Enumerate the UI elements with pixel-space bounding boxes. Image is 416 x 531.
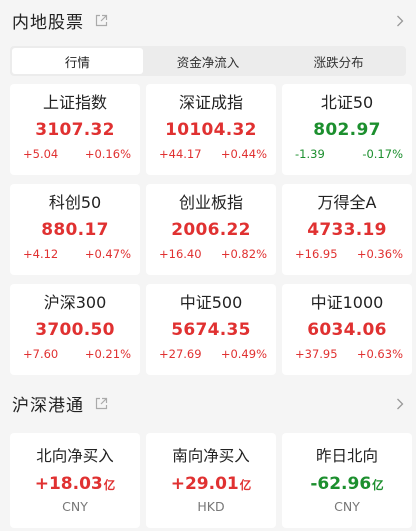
index-name: 深证成指 <box>178 93 243 112</box>
index-pct: +0.49% <box>220 347 267 361</box>
index-name: 北证50 <box>320 93 374 112</box>
index-card[interactable]: 科创50 880.17 +4.12 +0.47% <box>10 184 140 275</box>
connect-card[interactable]: 北向净买入 +18.03亿 CNY <box>10 433 140 528</box>
index-pct: +0.16% <box>84 147 131 161</box>
chevron-right-icon[interactable] <box>396 13 406 27</box>
connect-currency: CNY <box>334 499 360 514</box>
share-icon[interactable] <box>94 13 108 27</box>
connect-grid: 北向净买入 +18.03亿 CNY 南向净买入 +29.01亿 HKD 昨日北向… <box>0 433 416 528</box>
connect-value: +18.03亿 <box>35 471 116 497</box>
connect-name: 北向净买入 <box>36 447 114 465</box>
index-value: 880.17 <box>41 220 109 240</box>
index-change: +27.69 <box>159 347 202 361</box>
index-card[interactable]: 上证指数 3107.32 +5.04 +0.16% <box>10 84 140 175</box>
connect-section: 沪深港通 北向净买入 +18.03亿 CNY 南向净买入 +29.01亿 HKD… <box>0 383 416 528</box>
index-value: 2006.22 <box>171 220 251 240</box>
connect-name: 南向净买入 <box>172 447 250 465</box>
connect-value: +29.01亿 <box>171 471 252 497</box>
index-value: 6034.06 <box>307 320 387 340</box>
index-change: +16.95 <box>295 247 338 261</box>
connect-currency: CNY <box>62 499 88 514</box>
index-changes: +44.17 +0.44% <box>146 147 276 161</box>
index-changes: +4.12 +0.47% <box>10 247 140 261</box>
index-value: 5674.35 <box>171 320 251 340</box>
connect-amount: -62.96 <box>310 474 372 494</box>
connect-card[interactable]: 昨日北向 -62.96亿 CNY <box>282 433 412 528</box>
index-card[interactable]: 中证500 5674.35 +27.69 +0.49% <box>146 284 276 375</box>
index-changes: +16.40 +0.82% <box>146 247 276 261</box>
market-section-header[interactable]: 内地股票 <box>0 0 416 40</box>
market-tabs: 行情 资金净流入 涨跌分布 <box>10 46 406 76</box>
index-name: 创业板指 <box>178 193 243 212</box>
index-name: 中证1000 <box>310 293 384 312</box>
index-pct: +0.21% <box>84 347 131 361</box>
index-card[interactable]: 北证50 802.97 -1.39 -0.17% <box>282 84 412 175</box>
connect-amount: +29.01 <box>170 474 239 494</box>
connect-unit: 亿 <box>103 478 116 492</box>
index-name: 万得全A <box>317 193 377 212</box>
section-title: 内地股票 <box>12 12 84 33</box>
index-change: +37.95 <box>295 347 338 361</box>
index-pct: +0.47% <box>84 247 131 261</box>
index-value: 3700.50 <box>35 320 115 340</box>
connect-section-header[interactable]: 沪深港通 <box>0 383 416 423</box>
index-name: 沪深300 <box>43 293 107 312</box>
chevron-right-icon[interactable] <box>396 396 406 410</box>
index-card[interactable]: 万得全A 4733.19 +16.95 +0.36% <box>282 184 412 275</box>
index-grid: 上证指数 3107.32 +5.04 +0.16% 深证成指 10104.32 … <box>0 84 416 375</box>
index-name: 中证500 <box>179 293 243 312</box>
index-changes: -1.39 -0.17% <box>282 147 412 161</box>
connect-value: -62.96亿 <box>310 471 383 497</box>
index-changes: +7.60 +0.21% <box>10 347 140 361</box>
index-change: +4.12 <box>23 247 59 261</box>
market-section: 内地股票 行情 资金净流入 涨跌分布 上证指数 3107.32 +5.04 +0… <box>0 0 416 375</box>
tab-quotes[interactable]: 行情 <box>12 48 143 74</box>
index-change: -1.39 <box>295 147 325 161</box>
index-pct: +0.63% <box>356 347 403 361</box>
index-change: +5.04 <box>23 147 59 161</box>
share-icon[interactable] <box>94 396 108 410</box>
connect-card[interactable]: 南向净买入 +29.01亿 HKD <box>146 433 276 528</box>
connect-name: 昨日北向 <box>315 447 378 465</box>
index-changes: +37.95 +0.63% <box>282 347 412 361</box>
connect-unit: 亿 <box>372 478 384 492</box>
index-name: 上证指数 <box>42 93 107 112</box>
index-value: 10104.32 <box>165 120 257 140</box>
index-pct: +0.82% <box>220 247 267 261</box>
index-changes: +16.95 +0.36% <box>282 247 412 261</box>
tab-net-inflow[interactable]: 资金净流入 <box>143 48 274 74</box>
index-changes: +5.04 +0.16% <box>10 147 140 161</box>
index-card[interactable]: 中证1000 6034.06 +37.95 +0.63% <box>282 284 412 375</box>
index-pct: -0.17% <box>362 147 403 161</box>
index-name: 科创50 <box>48 193 102 212</box>
index-value: 802.97 <box>313 120 381 140</box>
tab-rise-fall-distribution[interactable]: 涨跌分布 <box>273 48 404 74</box>
index-change: +7.60 <box>23 347 59 361</box>
index-value: 3107.32 <box>35 120 115 140</box>
index-change: +44.17 <box>159 147 202 161</box>
section-title: 沪深港通 <box>12 395 84 416</box>
index-pct: +0.36% <box>356 247 403 261</box>
index-pct: +0.44% <box>220 147 267 161</box>
index-value: 4733.19 <box>307 220 387 240</box>
index-card[interactable]: 创业板指 2006.22 +16.40 +0.82% <box>146 184 276 275</box>
index-change: +16.40 <box>159 247 202 261</box>
connect-currency: HKD <box>197 499 225 514</box>
index-card[interactable]: 沪深300 3700.50 +7.60 +0.21% <box>10 284 140 375</box>
index-changes: +27.69 +0.49% <box>146 347 276 361</box>
index-card[interactable]: 深证成指 10104.32 +44.17 +0.44% <box>146 84 276 175</box>
connect-amount: +18.03 <box>34 474 103 494</box>
connect-unit: 亿 <box>239 478 252 492</box>
